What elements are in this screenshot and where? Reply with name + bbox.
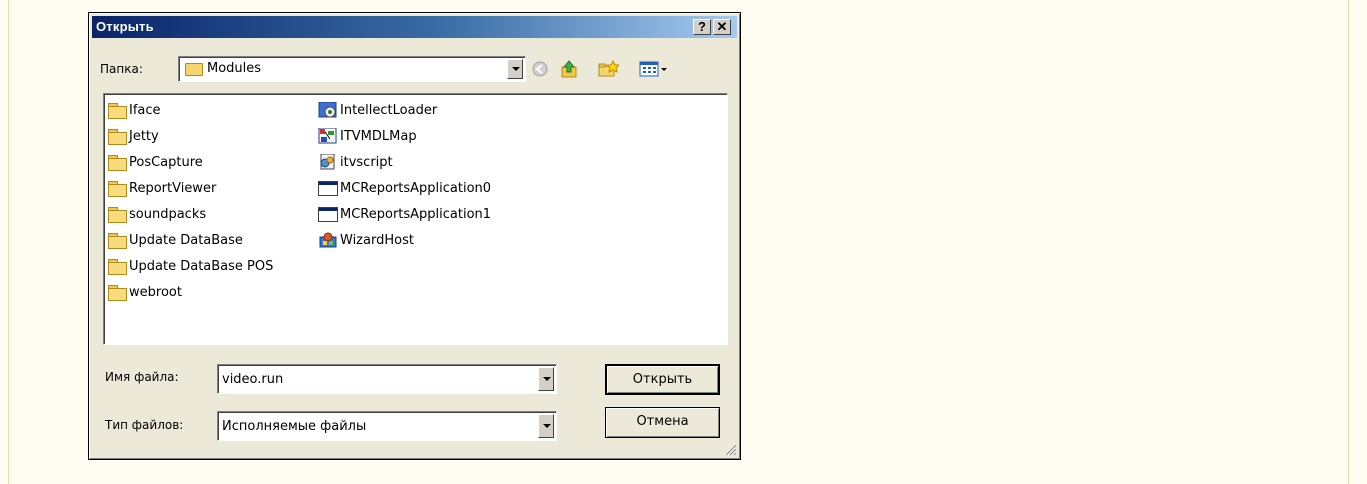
wizard-icon — [318, 232, 338, 248]
program-item[interactable]: ITVMDLMap — [318, 125, 417, 147]
filename-value: video.run — [222, 372, 284, 387]
resize-grip-icon[interactable] — [723, 442, 737, 456]
program-item[interactable]: IntellectLoader — [318, 99, 437, 121]
filetype-label: Тип файлов: — [105, 418, 184, 432]
folder-icon — [107, 154, 127, 171]
folder-label: soundpacks — [129, 206, 207, 222]
filename-dropdown-button[interactable] — [538, 367, 554, 391]
location-value: Modules — [207, 61, 262, 76]
location-combobox[interactable]: Modules — [178, 56, 526, 82]
folder-item[interactable]: PosCapture — [107, 151, 203, 173]
folder-label: Iface — [129, 102, 161, 118]
folder-item[interactable]: Update DataBase — [107, 229, 243, 251]
location-label: Папка: — [100, 62, 143, 76]
program-label: ITVMDLMap — [340, 128, 417, 144]
filetype-select[interactable]: Исполняемые файлы — [217, 411, 557, 441]
program-label: IntellectLoader — [340, 102, 438, 118]
application-window-icon — [318, 180, 338, 196]
folder-label: Jetty — [129, 128, 159, 144]
filetype-value: Исполняемые файлы — [222, 419, 367, 434]
folder-icon — [107, 102, 127, 119]
program-label: MCReportsApplication1 — [340, 206, 492, 222]
folder-icon — [107, 180, 127, 197]
folder-item[interactable]: ReportViewer — [107, 177, 216, 199]
filename-input[interactable]: video.run — [217, 364, 557, 394]
program-item[interactable]: MCReportsApplication0 — [318, 177, 491, 199]
folder-item[interactable]: soundpacks — [107, 203, 206, 225]
folder-label: PosCapture — [129, 154, 203, 170]
application-window-icon — [318, 206, 338, 222]
folder-label: ReportViewer — [129, 180, 217, 196]
folder-item[interactable]: Jetty — [107, 125, 159, 147]
new-folder-icon[interactable] — [597, 59, 621, 79]
cancel-button[interactable]: Отмена — [605, 407, 720, 438]
help-button[interactable]: ? — [693, 19, 711, 35]
folder-item[interactable]: Update DataBase POS — [107, 255, 273, 277]
open-button-label: Открыть — [632, 372, 693, 387]
folder-icon — [107, 284, 127, 301]
program-label: itvscript — [340, 154, 393, 170]
folder-icon — [107, 258, 127, 275]
open-button[interactable]: Открыть — [605, 364, 720, 395]
folder-label: Update DataBase POS — [129, 258, 274, 274]
folder-icon — [107, 232, 127, 249]
page-border-right — [1348, 0, 1349, 484]
program-label: WizardHost — [340, 232, 414, 248]
program-item[interactable]: itvscript — [318, 151, 393, 173]
folder-icon — [107, 128, 127, 145]
location-dropdown-button[interactable] — [507, 59, 523, 79]
title-bar[interactable]: Открыть ? ✕ — [92, 16, 737, 38]
page-border-left — [8, 0, 9, 484]
close-button[interactable]: ✕ — [713, 19, 731, 35]
open-file-dialog: Открыть ? ✕ Папка: Modules Iface Jetty P… — [88, 12, 741, 460]
folder-label: Update DataBase — [129, 232, 243, 248]
filetype-dropdown-button[interactable] — [538, 414, 554, 438]
program-label: MCReportsApplication0 — [340, 180, 492, 196]
folder-icon — [107, 206, 127, 223]
program-item[interactable]: MCReportsApplication1 — [318, 203, 491, 225]
script-icon — [318, 153, 338, 170]
map-icon — [318, 127, 338, 144]
program-item[interactable]: WizardHost — [318, 229, 414, 251]
dialog-title: Открыть — [96, 19, 154, 34]
up-folder-icon[interactable] — [559, 59, 579, 79]
folder-item[interactable]: Iface — [107, 99, 161, 121]
intellect-loader-icon — [318, 101, 338, 118]
back-icon[interactable] — [530, 59, 550, 79]
folder-icon — [185, 63, 203, 76]
filename-label: Имя файла: — [105, 370, 179, 384]
view-menu-icon[interactable] — [639, 59, 669, 79]
file-list[interactable]: Iface Jetty PosCapture ReportViewer soun… — [103, 93, 728, 345]
folder-label: webroot — [129, 284, 182, 300]
cancel-button-label: Отмена — [636, 414, 689, 429]
folder-item[interactable]: webroot — [107, 281, 182, 303]
